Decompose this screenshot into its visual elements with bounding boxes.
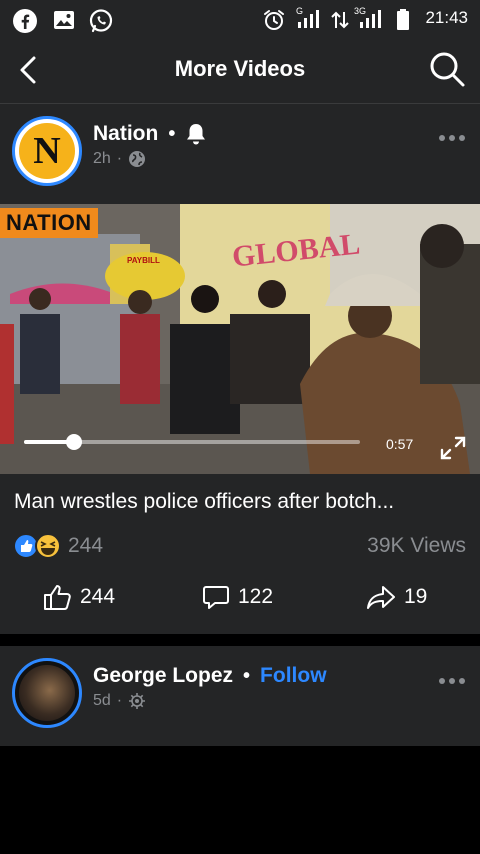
- video-duration: 0:57: [386, 436, 414, 452]
- avatar[interactable]: N: [12, 116, 82, 186]
- video-progress-bar[interactable]: [24, 434, 360, 450]
- haha-reaction-icon: [35, 533, 61, 559]
- alarm-icon: [264, 10, 284, 30]
- signal-icon: [298, 10, 319, 28]
- comment-count: 122: [238, 585, 274, 608]
- search-icon[interactable]: [428, 50, 466, 88]
- more-options-icon[interactable]: [438, 676, 466, 686]
- page-name[interactable]: Nation: [93, 122, 158, 146]
- share-count: 19: [404, 585, 428, 608]
- view-count: 39K Views: [367, 534, 466, 557]
- like-count: 244: [80, 585, 116, 608]
- like-button[interactable]: 244: [42, 582, 115, 612]
- separator-dot: •: [243, 664, 251, 687]
- whatsapp-icon: [89, 9, 113, 33]
- avatar[interactable]: [12, 658, 82, 728]
- image-icon: [54, 11, 74, 29]
- separator-dot: ·: [116, 692, 123, 709]
- video-title[interactable]: Man wrestles police officers after botch…: [14, 490, 394, 514]
- more-options-icon[interactable]: [438, 133, 466, 143]
- comment-icon: [203, 586, 229, 609]
- like-reaction-icon: [13, 533, 39, 559]
- header-bar: More Videos: [0, 36, 480, 104]
- profile-photo: [19, 665, 75, 721]
- status-bar: G 3G 21:43: [0, 0, 480, 36]
- thumbs-up-icon: [44, 585, 71, 610]
- gear-icon: [129, 693, 146, 709]
- paybill-sign: PAYBILL: [127, 256, 160, 265]
- separator-dot: ·: [116, 150, 123, 167]
- video-player[interactable]: NATION PAYBILL GLOBAL 0:57: [0, 204, 480, 474]
- battery-icon: [397, 9, 409, 30]
- nation-logo: N: [19, 123, 75, 179]
- post-time: 5d: [93, 692, 111, 709]
- video-post: N Nation • 2h · NATION PAYBILL GLOBAL 0:…: [0, 104, 480, 634]
- follow-button[interactable]: Follow: [260, 664, 327, 688]
- globe-icon: [129, 151, 146, 167]
- bell-icon[interactable]: [185, 122, 207, 146]
- facebook-icon: [13, 9, 37, 33]
- separator-dot: •: [168, 122, 176, 145]
- signal-group-1: G: [296, 6, 326, 30]
- page-name[interactable]: George Lopez: [93, 664, 233, 688]
- post-meta: 5d ·: [93, 692, 146, 710]
- nation-brand-tag: NATION: [0, 208, 98, 238]
- post-time: 2h: [93, 150, 111, 167]
- clock: 21:43: [425, 8, 468, 27]
- post-meta: 2h ·: [93, 150, 146, 168]
- page-name-row: George Lopez • Follow: [93, 664, 327, 688]
- share-icon: [367, 586, 395, 609]
- comment-button[interactable]: 122: [202, 582, 273, 612]
- reaction-summary[interactable]: 244 39K Views: [12, 532, 468, 560]
- avatar-letter: N: [33, 130, 61, 172]
- signal-icon: [360, 10, 381, 28]
- share-button[interactable]: 19: [366, 582, 427, 612]
- page-name-row: Nation •: [93, 122, 207, 146]
- data-arrows-icon: [331, 11, 349, 29]
- video-post: George Lopez • Follow 5d ·: [0, 646, 480, 746]
- reaction-icons: [13, 533, 61, 559]
- reaction-count: 244: [68, 534, 104, 557]
- fullscreen-icon[interactable]: [440, 436, 466, 460]
- page-title: More Videos: [174, 56, 306, 81]
- signal-group-2: 3G: [354, 6, 388, 30]
